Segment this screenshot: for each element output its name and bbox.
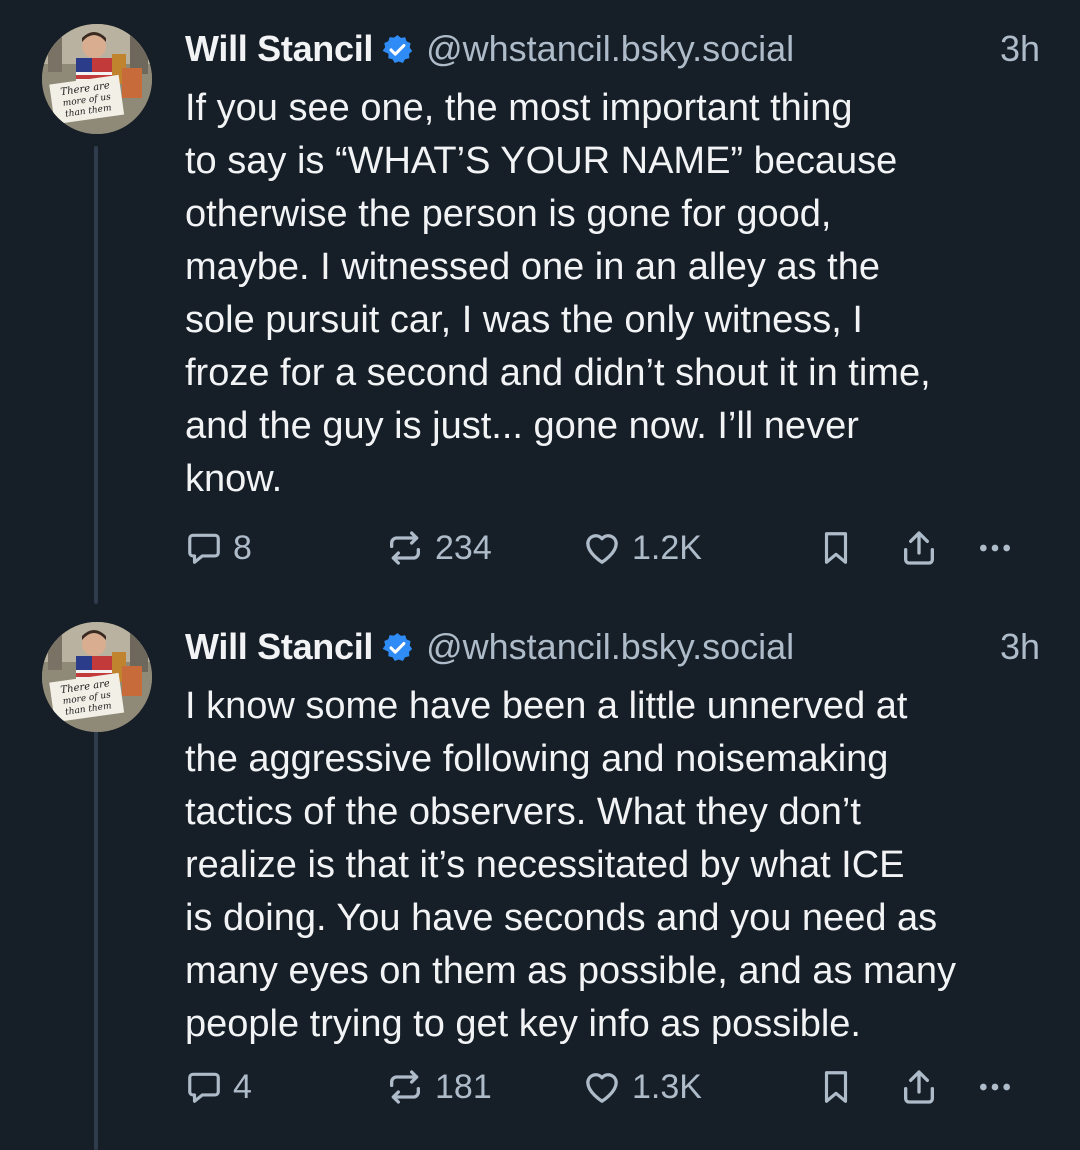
more-dots-icon	[980, 544, 1010, 552]
avatar[interactable]: There are more of us than them	[42, 24, 152, 134]
avatar[interactable]: There are more of us than them	[42, 622, 152, 732]
reply-button[interactable]: 8	[185, 523, 252, 573]
bookmark-icon	[824, 532, 848, 564]
post-text-line: many eyes on them as possible, and as ma…	[185, 950, 956, 992]
heart-icon	[586, 1073, 618, 1103]
reply-count: 4	[233, 1067, 252, 1106]
like-count: 1.3K	[632, 1067, 702, 1106]
repost-icon	[390, 1070, 420, 1104]
reply-bubble-icon	[188, 1072, 220, 1103]
like-count: 1.2K	[632, 528, 702, 567]
thread-line	[94, 146, 98, 604]
verified-badge-icon	[382, 34, 413, 63]
like-button[interactable]: 1.3K	[582, 1062, 702, 1112]
post-text: I know some have been a little unnerved …	[185, 680, 1045, 1051]
post-header: Will Stancil @whstancil.bsky.social 3h	[185, 624, 1040, 670]
post-text-line: froze for a second and didn’t shout it i…	[185, 352, 931, 394]
post-text-line: I know some have been a little unnerved …	[185, 685, 908, 727]
post-time[interactable]: 3h	[1000, 626, 1040, 668]
heart-icon	[586, 534, 618, 564]
post[interactable]: There are more of us than them Will Stan…	[0, 0, 1080, 604]
repost-button[interactable]: 234	[385, 523, 492, 573]
post-text-line: otherwise the person is gone for good,	[185, 193, 832, 235]
author-name[interactable]: Will Stancil	[185, 28, 373, 70]
share-button[interactable]	[899, 523, 939, 573]
post-actions: 8 234 1.2K	[185, 523, 1035, 573]
post-text-line: and the guy is just... gone now. I’ll ne…	[185, 405, 859, 447]
share-button[interactable]	[899, 1062, 939, 1112]
save-button[interactable]	[817, 1062, 855, 1112]
bookmark-icon	[824, 1071, 848, 1103]
reply-bubble-icon	[188, 533, 220, 564]
repost-button[interactable]: 181	[385, 1062, 492, 1112]
repost-count: 181	[435, 1067, 492, 1106]
like-button[interactable]: 1.2K	[582, 523, 702, 573]
post-text-line: to say is “WHAT’S YOUR NAME” because	[185, 140, 898, 182]
post-text-line: tactics of the observers. What they don’…	[185, 791, 861, 833]
reply-count: 8	[233, 528, 252, 567]
verified-badge-icon	[382, 632, 413, 661]
post-header: Will Stancil @whstancil.bsky.social 3h	[185, 26, 1040, 72]
post-text-line: know.	[185, 458, 283, 500]
post-text-line: sole pursuit car, I was the only witness…	[185, 299, 863, 341]
post-text-line: If you see one, the most important thing	[185, 87, 853, 129]
author-handle[interactable]: @whstancil.bsky.social	[426, 626, 794, 668]
author-handle[interactable]: @whstancil.bsky.social	[426, 28, 794, 70]
more-options-button[interactable]	[975, 523, 1015, 573]
post-text: If you see one, the most important thing…	[185, 82, 1045, 506]
post-text-line: the aggressive following and noisemaking	[185, 738, 889, 780]
share-icon	[904, 531, 934, 565]
post-time[interactable]: 3h	[1000, 28, 1040, 70]
reply-button[interactable]: 4	[185, 1062, 252, 1112]
thread-line	[94, 730, 98, 1150]
more-options-button[interactable]	[975, 1062, 1015, 1112]
author-name[interactable]: Will Stancil	[185, 626, 373, 668]
post-text-line: realize is that it’s necessitated by wha…	[185, 844, 905, 886]
save-button[interactable]	[817, 523, 855, 573]
post[interactable]: There are more of us than them Will Stan…	[0, 598, 1080, 1150]
more-dots-icon	[980, 1083, 1010, 1091]
post-text-line: people trying to get key info as possibl…	[185, 1003, 861, 1045]
share-icon	[904, 1070, 934, 1104]
post-text-line: is doing. You have seconds and you need …	[185, 897, 938, 939]
repost-count: 234	[435, 528, 492, 567]
repost-icon	[390, 531, 420, 565]
post-text-line: maybe. I witnessed one in an alley as th…	[185, 246, 880, 288]
post-actions: 4 181 1.3K	[185, 1062, 1035, 1112]
